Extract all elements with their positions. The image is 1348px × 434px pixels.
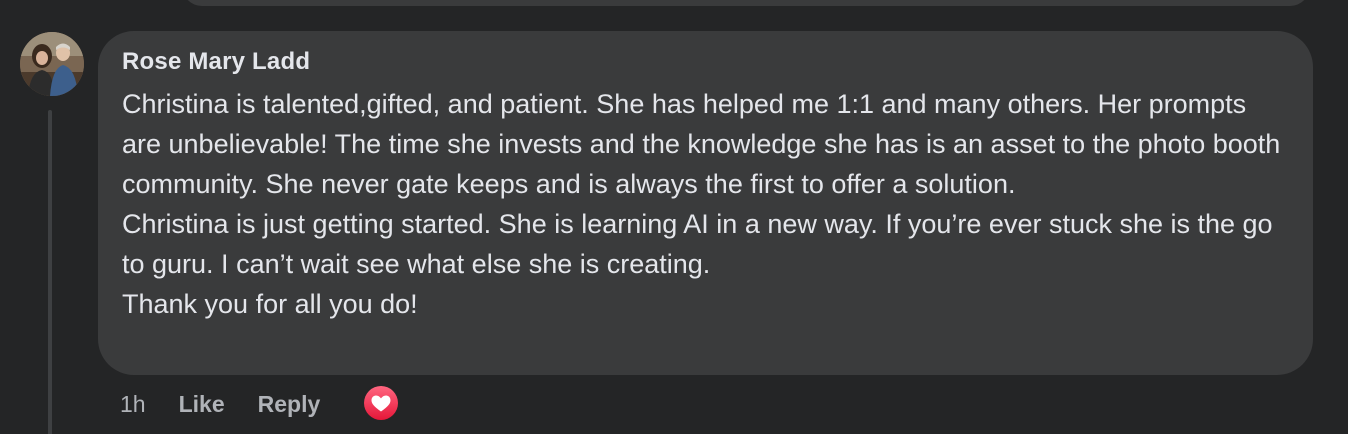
reply-button[interactable]: Reply <box>258 391 321 418</box>
comment-actions: 1h Like Reply <box>120 388 353 420</box>
thread-line <box>48 110 52 434</box>
comment-author[interactable]: Rose Mary Ladd <box>122 47 1289 77</box>
love-reaction-icon[interactable] <box>362 384 400 422</box>
comment-paragraph: Thank you for all you do! <box>122 289 418 319</box>
comment-timestamp[interactable]: 1h <box>120 391 146 418</box>
heart-icon <box>364 386 398 420</box>
avatar-photo <box>20 32 84 96</box>
comment-bubble: Rose Mary Ladd Christina is talented,gif… <box>98 31 1313 375</box>
avatar[interactable] <box>20 32 84 96</box>
comment-thread: Rose Mary Ladd Christina is talented,gif… <box>0 0 1348 434</box>
like-button[interactable]: Like <box>179 391 225 418</box>
comment-paragraph: Christina is just getting started. She i… <box>122 209 1281 279</box>
comment-text: Christina is talented,gifted, and patien… <box>122 84 1289 324</box>
previous-comment-bubble <box>182 0 1310 6</box>
comment-paragraph: Christina is talented,gifted, and patien… <box>122 89 1288 199</box>
